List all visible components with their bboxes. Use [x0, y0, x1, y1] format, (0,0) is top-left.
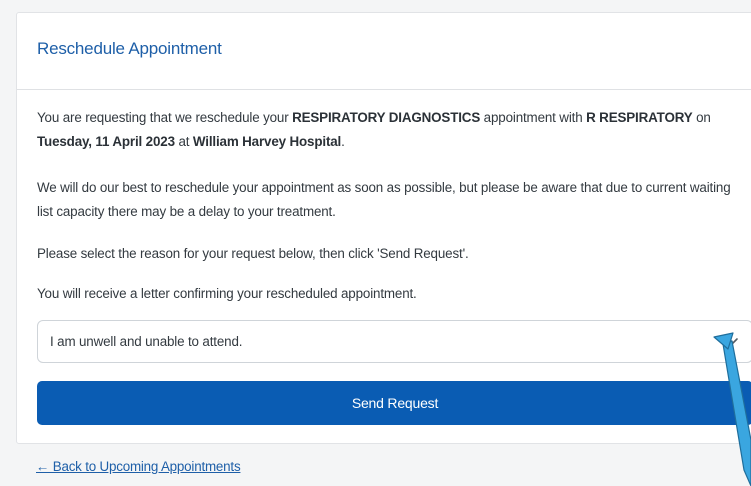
- send-request-button[interactable]: Send Request: [37, 381, 751, 425]
- hospital-name: William Harvey Hospital: [192, 134, 342, 149]
- pointer-arrow-icon: [713, 332, 751, 486]
- summary-text: appointment with: [480, 110, 587, 125]
- reason-select-value: I am unwell and unable to attend.: [50, 334, 243, 349]
- clinician-name: R RESPIRATORY: [586, 110, 693, 125]
- reschedule-card: Reschedule Appointment You are requestin…: [16, 12, 751, 444]
- page-title: Reschedule Appointment: [37, 39, 222, 58]
- summary-text: on: [692, 110, 711, 125]
- summary-text: You are requesting that we reschedule yo…: [37, 110, 293, 125]
- department-name: RESPIRATORY DIAGNOSTICS: [292, 110, 481, 125]
- reason-select[interactable]: I am unwell and unable to attend.: [37, 320, 751, 363]
- instruction-text: Please select the reason for your reques…: [37, 246, 469, 261]
- waiting-list-notice: We will do our best to reschedule your a…: [37, 180, 731, 219]
- card-header: Reschedule Appointment: [17, 13, 751, 90]
- back-to-upcoming-appointments-link[interactable]: ← Back to Upcoming Appointments: [36, 459, 241, 474]
- summary-text: at: [174, 134, 193, 149]
- confirmation-text: You will receive a letter confirming you…: [37, 286, 417, 301]
- appointment-date: Tuesday, 11 April 2023: [37, 134, 175, 149]
- appointment-summary: You are requesting that we reschedule yo…: [37, 106, 749, 154]
- summary-text: .: [341, 134, 345, 149]
